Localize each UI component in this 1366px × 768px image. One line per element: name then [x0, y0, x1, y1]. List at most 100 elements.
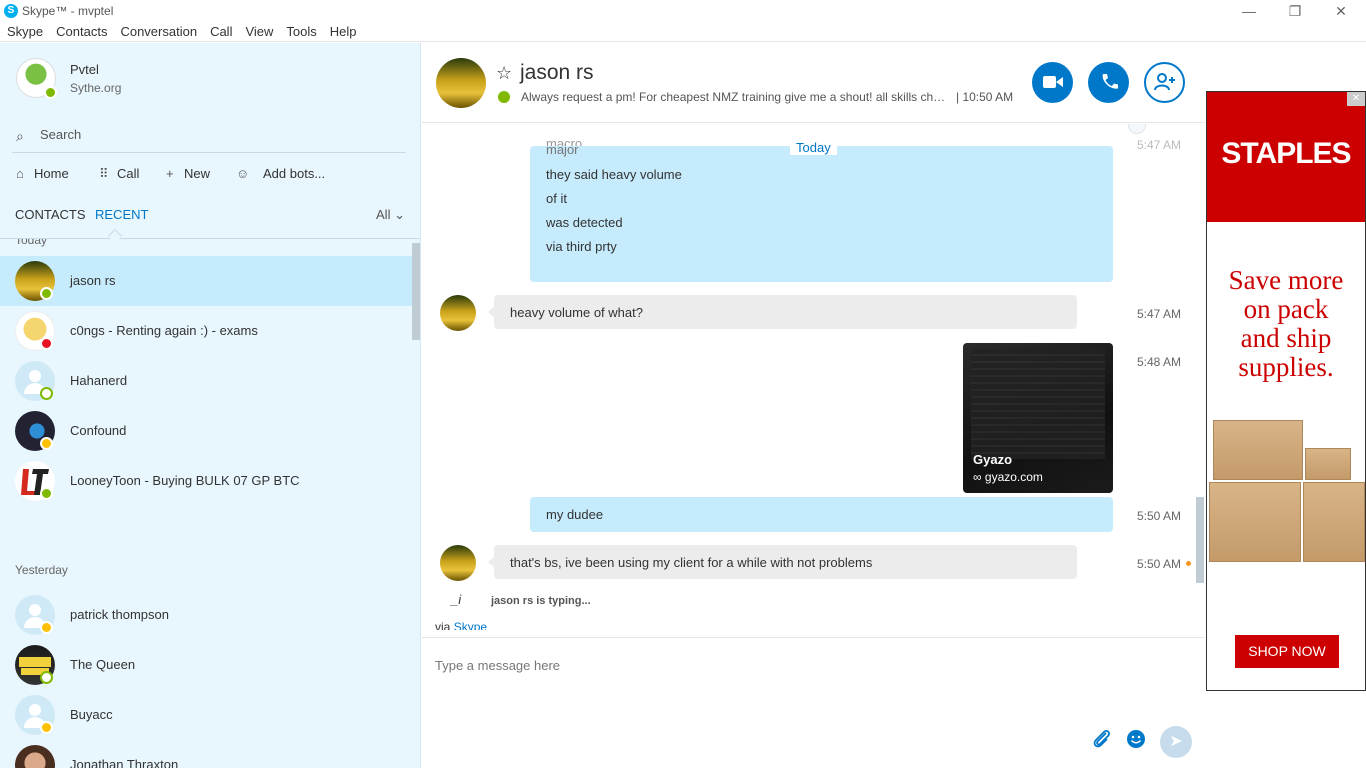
- home-icon: ⌂: [16, 166, 24, 181]
- search-label: Search: [40, 127, 82, 142]
- incoming-message[interactable]: heavy volume of what?: [488, 295, 1077, 329]
- ad-tagline: Save more on pack and ship supplies.: [1207, 266, 1365, 382]
- contact-name: The Queen: [70, 657, 136, 672]
- home-button[interactable]: ⌂ Home: [16, 166, 69, 181]
- close-button[interactable]: ✕: [1318, 0, 1364, 22]
- message-time: 5:50 AM: [1137, 509, 1182, 523]
- staples-ad[interactable]: STAPLES ✕ Save more on pack and ship sup…: [1206, 91, 1366, 691]
- tab-contacts[interactable]: CONTACTS: [15, 207, 86, 222]
- outgoing-message[interactable]: my dudee: [530, 497, 1113, 532]
- contact-item[interactable]: jason rs: [0, 256, 412, 306]
- menu-tools[interactable]: Tools: [279, 22, 322, 39]
- video-call-icon: [1042, 76, 1063, 88]
- menu-conversation[interactable]: Conversation: [113, 22, 203, 39]
- search-box[interactable]: ⌕ Search: [12, 123, 406, 153]
- box: [1303, 482, 1365, 562]
- contact-item[interactable]: Jonathan Thraxton: [0, 740, 412, 768]
- online-status-icon: [40, 287, 53, 300]
- group-label-today: Today: [15, 239, 48, 247]
- via-label: via Skype: [435, 620, 487, 630]
- message-time: 5:47 AM: [1137, 138, 1182, 152]
- chevron-down-icon: ⌄: [394, 207, 405, 222]
- paperclip-icon[interactable]: [1092, 728, 1112, 756]
- ad-brand: STAPLES: [1207, 92, 1365, 222]
- menu-help[interactable]: Help: [323, 22, 363, 39]
- box: [1213, 420, 1303, 480]
- contact-item[interactable]: LooneyToon - Buying BULK 07 GP BTC: [0, 456, 412, 506]
- incoming-message[interactable]: that's bs, ive been using my client for …: [488, 545, 1077, 579]
- favorite-star-icon[interactable]: ☆: [496, 63, 512, 84]
- ad-tagline-line: and ship: [1240, 323, 1332, 353]
- ad-tagline-line: supplies.: [1238, 352, 1334, 382]
- filter-label: All: [376, 207, 391, 222]
- add-person-icon: [1153, 73, 1175, 91]
- profile-name: Pvtel: [70, 62, 99, 77]
- outgoing-message[interactable]: major they said heavy volume of it was d…: [530, 142, 1113, 282]
- contact-list: Today jason rs c0ngs - Renting again :) …: [0, 239, 412, 768]
- chat-contact-name[interactable]: jason rs: [520, 61, 594, 85]
- message-text: was detected: [546, 215, 623, 230]
- online-status-icon: [40, 487, 53, 500]
- ad-column: STAPLES ✕ Save more on pack and ship sup…: [1206, 43, 1366, 768]
- contact-item[interactable]: The Queen: [0, 640, 412, 690]
- preview-link[interactable]: ∞ gyazo.com: [973, 470, 1043, 484]
- menu-contacts[interactable]: Contacts: [49, 22, 113, 39]
- offline-status-icon: [40, 387, 53, 400]
- send-icon: ➤: [1169, 733, 1183, 750]
- message-input[interactable]: Type a message here: [435, 658, 560, 673]
- menu-view[interactable]: View: [238, 22, 279, 39]
- add-bots-label: Add bots...: [263, 166, 326, 181]
- dialpad-icon: ⠿: [99, 166, 109, 181]
- message-composer[interactable]: Type a message here ➤: [422, 637, 1205, 768]
- filter-dropdown[interactable]: All ⌄: [376, 207, 405, 223]
- contact-name: jason rs: [70, 273, 116, 288]
- menu-skype[interactable]: Skype: [0, 22, 49, 39]
- screenshot-thumbnail: [971, 349, 1105, 459]
- profile-mood: Sythe.org: [70, 81, 122, 95]
- send-button[interactable]: ➤: [1160, 726, 1192, 758]
- via-skype-link[interactable]: Skype: [454, 620, 487, 630]
- gyazo-image-preview[interactable]: Gyazo ∞ gyazo.com: [963, 343, 1113, 493]
- message-time: 5:50 AM: [1137, 557, 1182, 571]
- call-button[interactable]: ⠿ Call: [99, 166, 139, 182]
- add-people-button[interactable]: [1144, 62, 1185, 103]
- message-avatar[interactable]: [440, 545, 476, 581]
- message-text: heavy volume of what?: [510, 305, 643, 320]
- minimize-button[interactable]: —: [1226, 0, 1272, 22]
- menu-call[interactable]: Call: [203, 22, 238, 39]
- add-bots-button[interactable]: ☺ Add bots...: [236, 166, 325, 181]
- contact-item[interactable]: Hahanerd: [0, 356, 412, 406]
- chat-header: ☆ jason rs Always request a pm! For chea…: [422, 43, 1205, 123]
- message-avatar[interactable]: [440, 295, 476, 331]
- contact-name: Hahanerd: [70, 373, 128, 388]
- new-button[interactable]: + New: [166, 166, 210, 181]
- emoticon-icon[interactable]: [1126, 728, 1146, 756]
- ad-tagline-line: Save more: [1228, 265, 1344, 295]
- profile-avatar[interactable]: [16, 58, 57, 99]
- message-text: via third prty: [546, 239, 617, 254]
- shop-now-button[interactable]: SHOP NOW: [1235, 635, 1339, 668]
- contact-item[interactable]: Confound: [0, 406, 412, 456]
- plus-icon: +: [166, 166, 174, 181]
- chat-avatar[interactable]: [436, 58, 486, 108]
- message-text: that's bs, ive been using my client for …: [510, 555, 873, 570]
- call-label: Call: [117, 166, 140, 181]
- ad-close-icon[interactable]: ✕: [1347, 92, 1365, 106]
- skype-logo-icon: S: [4, 4, 18, 18]
- profile-card[interactable]: Pvtel Sythe.org: [0, 43, 420, 119]
- contact-name: c0ngs - Renting again :) - exams: [70, 323, 258, 338]
- contact-item[interactable]: c0ngs - Renting again :) - exams: [0, 306, 412, 356]
- maximize-button[interactable]: ❐: [1272, 0, 1318, 22]
- contact-item[interactable]: patrick thompson: [0, 590, 412, 640]
- box: [1209, 482, 1301, 562]
- tab-recent[interactable]: RECENT: [95, 207, 148, 222]
- message-scrollbar[interactable]: [1196, 497, 1204, 583]
- contact-item[interactable]: Buyacc: [0, 690, 412, 740]
- video-call-button[interactable]: [1032, 62, 1073, 103]
- contact-name: Confound: [70, 423, 127, 438]
- call-button[interactable]: [1088, 62, 1129, 103]
- online-status-icon: [44, 86, 57, 99]
- quick-nav: ⌂ Home ⠿ Call + New ☺ Add bots...: [0, 163, 420, 187]
- boxes-image: [1207, 420, 1365, 565]
- sidebar-scrollbar[interactable]: [412, 243, 420, 340]
